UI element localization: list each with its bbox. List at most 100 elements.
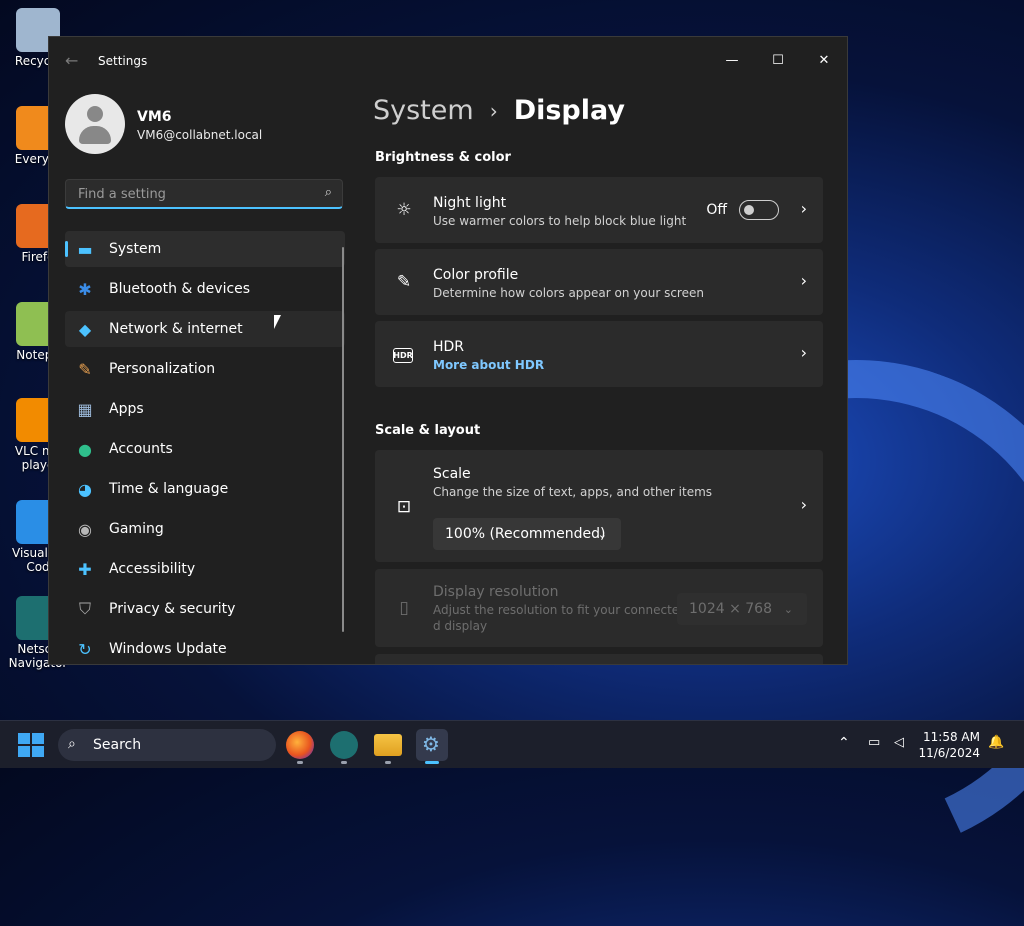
section-brightness-heading: Brightness & color <box>375 150 511 165</box>
clock-date: 11/6/2024 <box>918 746 980 760</box>
sidebar-item-label: Windows Update <box>109 641 227 657</box>
running-indicator <box>385 761 391 764</box>
show-hidden-icons-chevron-icon[interactable]: ⌃ <box>838 735 850 751</box>
gear-icon: ⚙ <box>422 732 440 756</box>
scale-dropdown[interactable]: 100% (Recommended) ⌄ <box>433 518 621 550</box>
active-indicator <box>425 761 439 764</box>
color-profile-card[interactable]: ✎ Color profile Determine how colors app… <box>375 249 823 315</box>
sidebar-item-icon: ◕ <box>78 479 92 499</box>
night-light-state: Off <box>706 202 727 218</box>
sidebar-item-system[interactable]: ▬ System <box>65 231 345 267</box>
title-bar: ← Settings — ☐ ✕ <box>49 37 847 85</box>
chevron-right-icon: › <box>800 343 807 362</box>
maximize-button[interactable]: ☐ <box>755 45 801 75</box>
sidebar-item-accessibility[interactable]: ✚ Accessibility <box>65 551 345 587</box>
clock[interactable]: 11:58 AM 11/6/2024 <box>918 729 980 761</box>
avatar-head-icon <box>87 106 103 122</box>
sidebar-item-time-language[interactable]: ◕ Time & language <box>65 471 345 507</box>
search-icon[interactable]: ⌕ <box>325 185 332 200</box>
resolution-value: 1024 × 768 <box>689 601 772 617</box>
settings-taskbar-icon[interactable]: ⚙ <box>416 729 448 761</box>
sidebar-item-gaming[interactable]: ◉ Gaming <box>65 511 345 547</box>
sidebar-item-bluetooth-devices[interactable]: ✱ Bluetooth & devices <box>65 271 345 307</box>
sidebar-item-label: Privacy & security <box>109 601 236 617</box>
pen-icon: ✎ <box>396 272 412 292</box>
settings-window: ← Settings — ☐ ✕ VM6 VM6@collabnet.local… <box>48 36 848 665</box>
sidebar-item-icon: ● <box>78 439 92 459</box>
sidebar-item-network-internet[interactable]: ◆ Network & internet <box>65 311 345 347</box>
scale-card[interactable]: ⊡ Scale Change the size of text, apps, a… <box>375 450 823 562</box>
breadcrumb-chevron-icon: › <box>489 98 498 123</box>
sidebar-item-icon: ◆ <box>78 319 92 339</box>
display-resolution-card: ▯ Display resolution Adjust the resoluti… <box>375 569 823 647</box>
sidebar-item-icon: ✱ <box>78 279 92 299</box>
breadcrumb-system[interactable]: System <box>373 95 474 126</box>
sidebar-item-icon: ▬ <box>77 239 93 259</box>
search-input[interactable] <box>76 186 310 203</box>
sidebar-item-label: Time & language <box>109 481 229 497</box>
sidebar-item-privacy-security[interactable]: ⛉ Privacy & security <box>65 591 345 627</box>
sidebar-item-icon: ✚ <box>78 559 92 579</box>
sidebar-item-label: Network & internet <box>109 321 243 337</box>
chevron-right-icon: › <box>800 199 807 218</box>
user-email: VM6@collabnet.local <box>137 128 263 142</box>
minimize-button[interactable]: — <box>709 45 755 75</box>
running-indicator <box>341 761 347 764</box>
night-light-toggle[interactable] <box>739 200 779 220</box>
scale-icon: ⊡ <box>396 497 412 517</box>
sidebar-item-label: Bluetooth & devices <box>109 281 251 297</box>
netscape-taskbar-icon[interactable] <box>330 731 358 759</box>
sidebar-item-windows-update[interactable]: ↻ Windows Update <box>65 631 345 664</box>
breadcrumb: System › Display <box>373 95 625 126</box>
sidebar-item-icon: ▦ <box>77 399 93 419</box>
sidebar-item-icon: ↻ <box>78 639 92 659</box>
toggle-knob <box>744 205 754 215</box>
find-setting-search[interactable]: ⌕ <box>65 179 343 209</box>
firefox-taskbar-icon[interactable] <box>286 731 314 759</box>
file-explorer-taskbar-icon[interactable] <box>374 734 402 756</box>
back-arrow-icon[interactable]: ← <box>65 51 78 70</box>
more-about-hdr-link[interactable]: More about HDR <box>433 358 544 372</box>
sidebar-item-personalization[interactable]: ✎ Personalization <box>65 351 345 387</box>
network-icon[interactable]: ▭ <box>868 735 880 750</box>
search-icon: ⌕ <box>68 736 76 752</box>
scale-title: Scale <box>433 466 471 482</box>
running-indicator <box>297 761 303 764</box>
sidebar-item-icon: ✎ <box>78 359 92 379</box>
hdr-icon: HDR <box>393 348 413 363</box>
close-button[interactable]: ✕ <box>801 45 847 75</box>
avatar-body-icon <box>79 126 111 144</box>
clock-time: 11:58 AM <box>923 730 980 744</box>
night-light-card[interactable]: ☼ Night light Use warmer colors to help … <box>375 177 823 243</box>
chevron-down-icon: ⌄ <box>597 527 607 541</box>
resolution-desc-line1: Adjust the resolution to fit your connec… <box>433 603 680 617</box>
resolution-dropdown: 1024 × 768 ⌄ <box>677 593 807 625</box>
taskbar-search-label: Search <box>93 737 142 753</box>
taskbar: ⌕ Search ⚙ ⌃ ▭ ◁ 11:58 AM 11/6/2024 🔔 <box>0 720 1024 768</box>
sidebar-item-label: Gaming <box>109 521 164 537</box>
resolution-title: Display resolution <box>433 584 559 600</box>
sidebar-item-icon: ◉ <box>78 519 92 539</box>
nav-sidebar: ▬ System ✱ Bluetooth & devices ◆ Network & in… <box>65 231 345 664</box>
volume-muted-icon[interactable]: ◁ <box>894 735 904 750</box>
color-profile-desc: Determine how colors appear on your scre… <box>433 286 704 300</box>
taskbar-search[interactable]: ⌕ Search <box>58 729 276 761</box>
resolution-icon: ▯ <box>399 598 409 618</box>
user-name: VM6 <box>137 109 172 125</box>
chevron-right-icon: › <box>800 271 807 290</box>
nav-scrollbar[interactable] <box>342 247 344 632</box>
scale-desc: Change the size of text, apps, and other… <box>433 485 713 499</box>
resolution-desc-line2: d display <box>433 619 488 633</box>
sidebar-item-label: Apps <box>109 401 144 417</box>
sidebar-item-apps[interactable]: ▦ Apps <box>65 391 345 427</box>
start-button[interactable] <box>18 733 44 757</box>
scale-value: 100% (Recommended) <box>445 526 606 542</box>
hdr-card[interactable]: HDR HDR More about HDR › <box>375 321 823 387</box>
chevron-down-icon: ⌄ <box>783 602 793 616</box>
avatar[interactable] <box>65 94 125 154</box>
next-card-partial[interactable] <box>375 654 823 664</box>
notification-bell-icon[interactable]: 🔔 <box>988 735 1004 750</box>
section-scale-heading: Scale & layout <box>375 423 481 438</box>
sidebar-item-accounts[interactable]: ● Accounts <box>65 431 345 467</box>
sidebar-item-label: Personalization <box>109 361 216 377</box>
